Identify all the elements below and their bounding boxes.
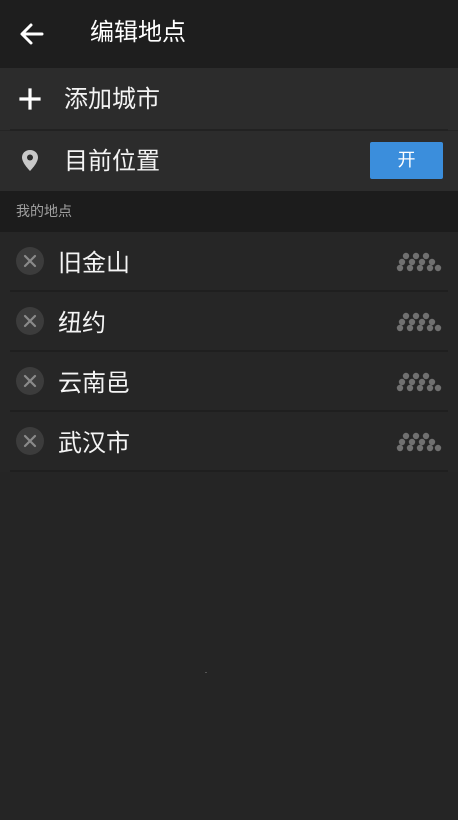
drag-handle-icon[interactable] <box>394 311 442 333</box>
city-list: 旧金山 纽约 云南邑 武汉市 <box>0 232 458 472</box>
remove-circle-icon[interactable] <box>15 306 45 336</box>
section-header-my-places: 我的地点 <box>0 191 458 232</box>
drag-handle-icon[interactable] <box>394 251 442 273</box>
drag-handle-icon[interactable] <box>394 431 442 453</box>
list-item[interactable]: 纽约 <box>0 292 458 352</box>
add-city-label: 添加城市 <box>64 85 160 113</box>
list-item[interactable]: 云南邑 <box>0 352 458 412</box>
city-name: 云南邑 <box>58 369 130 397</box>
map-pin-icon <box>22 150 38 171</box>
app-bar: 编辑地点 <box>0 0 458 68</box>
drag-handle-icon[interactable] <box>394 371 442 393</box>
current-location-label: 目前位置 <box>64 147 160 175</box>
arrow-left-icon[interactable] <box>16 18 48 50</box>
remove-circle-icon[interactable] <box>15 366 45 396</box>
edit-places-screen: 编辑地点 添加城市 目前位置 开 我的地点 旧金山 纽约 云南邑 武汉市 <box>0 0 458 820</box>
list-item[interactable]: 武汉市 <box>0 412 458 472</box>
plus-icon <box>19 88 41 110</box>
city-name: 武汉市 <box>58 429 130 457</box>
remove-circle-icon[interactable] <box>15 426 45 456</box>
page-title: 编辑地点 <box>90 18 186 46</box>
section-header-label: 我的地点 <box>16 204 72 220</box>
divider <box>10 470 448 472</box>
dust-speck <box>205 672 207 673</box>
city-name: 纽约 <box>58 309 106 337</box>
add-city-button[interactable]: 添加城市 <box>0 68 458 130</box>
city-name: 旧金山 <box>58 249 130 277</box>
list-item[interactable]: 旧金山 <box>0 232 458 292</box>
remove-circle-icon[interactable] <box>15 246 45 276</box>
current-location-row: 目前位置 开 <box>0 131 458 191</box>
current-location-toggle[interactable]: 开 <box>370 142 443 179</box>
